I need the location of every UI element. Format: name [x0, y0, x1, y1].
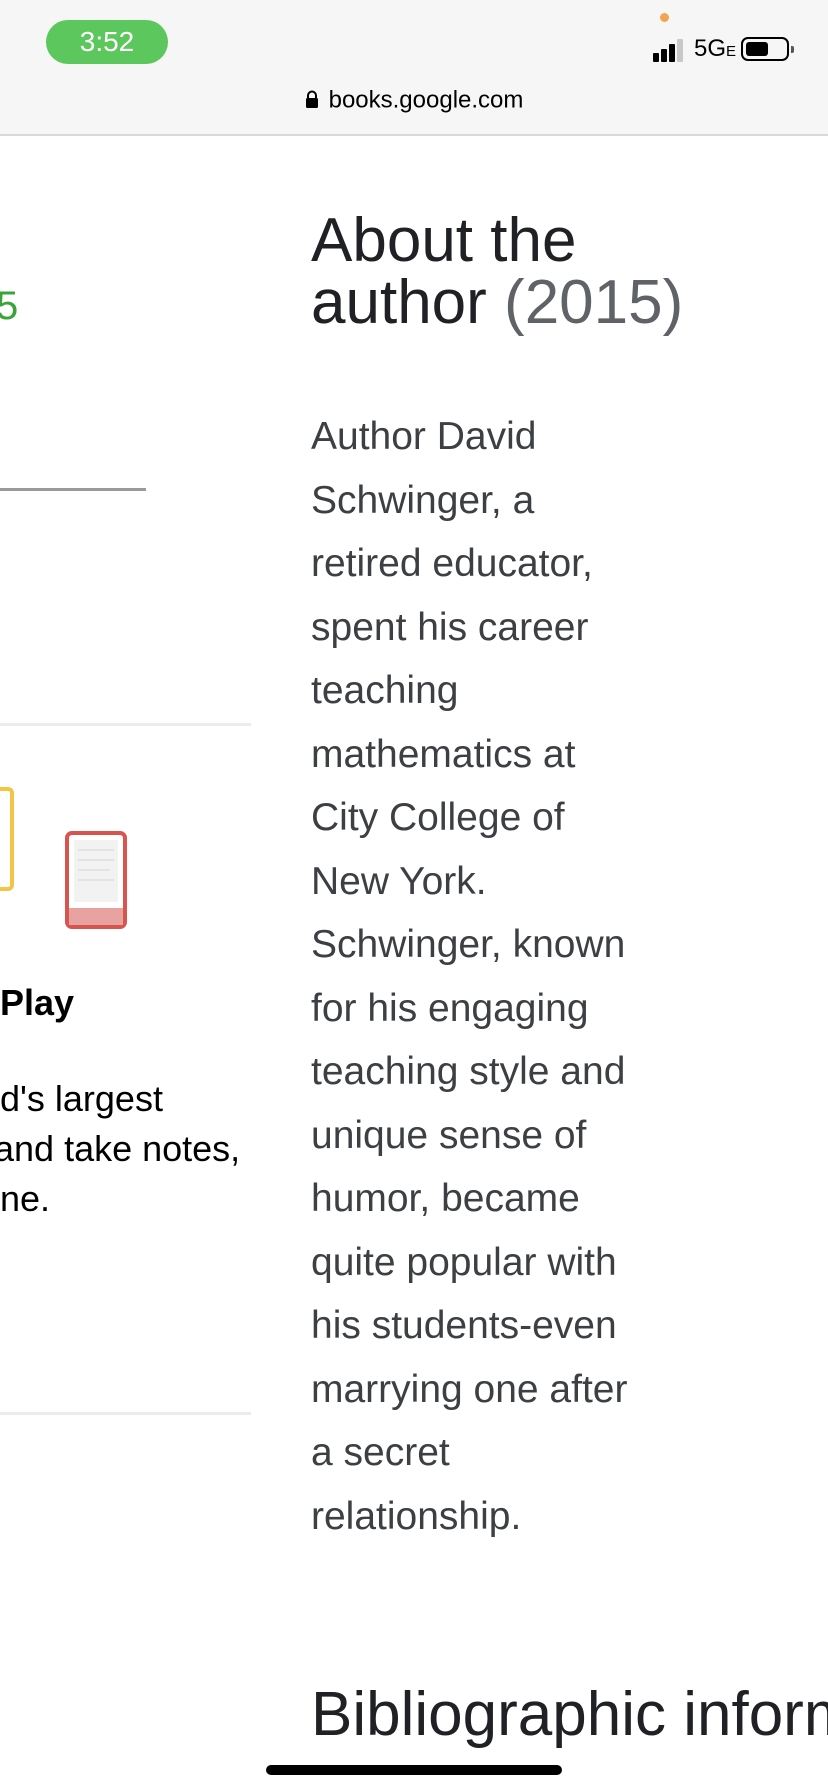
- about-line: retired educator,: [311, 542, 593, 585]
- left-column-cutoff: 5 Play d's largest and take notes, ne.: [0, 136, 300, 1792]
- battery-icon: [741, 37, 794, 61]
- about-line: his students-even: [311, 1304, 617, 1347]
- about-line: City College of: [311, 796, 565, 839]
- phone-screen: 3:52 5GE books.google.com 5 Play d's lar…: [0, 0, 828, 1792]
- about-line: mathematics at: [311, 732, 576, 776]
- about-line: Author David: [311, 415, 537, 458]
- status-time[interactable]: 3:52: [46, 20, 168, 64]
- heading-line-2: author: [311, 268, 487, 337]
- about-line: Schwinger, a: [311, 478, 535, 522]
- about-line: teaching: [311, 669, 459, 712]
- play-desc-line: ne.: [0, 1178, 51, 1219]
- about-line: Schwinger, known: [311, 923, 626, 966]
- about-line: humor, became: [311, 1177, 580, 1220]
- network-type: 5GE: [694, 35, 737, 62]
- url-text: books.google.com: [328, 86, 524, 114]
- address-bar[interactable]: books.google.com: [0, 86, 828, 122]
- about-year: (2015): [504, 268, 684, 337]
- play-desc-line: d's largest: [0, 1078, 163, 1119]
- about-line: New York.: [311, 859, 487, 903]
- about-author-heading: About the author (2015): [311, 210, 811, 334]
- play-books-title: Play: [0, 982, 75, 1023]
- about-author-text: Author David Schwinger, a retired educat…: [311, 405, 691, 1548]
- rating-fragment[interactable]: 5: [0, 284, 18, 329]
- play-desc-line: and take notes,: [0, 1128, 241, 1169]
- rating-underline: [0, 488, 146, 491]
- about-line: marrying one after: [311, 1367, 628, 1411]
- browser-top-bar: 3:52 5GE books.google.com: [0, 0, 828, 136]
- about-line: spent his career: [311, 605, 589, 649]
- heading-line-1: About the: [311, 206, 577, 275]
- tablet-device-icon: [0, 787, 14, 891]
- section-divider: [0, 723, 251, 726]
- about-line: quite popular with: [311, 1240, 617, 1284]
- cellular-signal-icon: [653, 38, 689, 62]
- about-line: a secret: [311, 1431, 450, 1474]
- section-divider: [0, 1412, 251, 1415]
- home-indicator[interactable]: [266, 1765, 562, 1775]
- about-line: for his engaging: [311, 986, 589, 1030]
- about-line: relationship.: [311, 1494, 522, 1538]
- play-books-description: d's largest and take notes, ne.: [0, 1074, 300, 1224]
- about-line: unique sense of: [311, 1113, 587, 1157]
- lock-icon: [305, 87, 319, 115]
- privacy-indicator-dot: [660, 13, 669, 22]
- about-line: teaching style and: [311, 1050, 626, 1093]
- red-book-icon: [64, 830, 128, 930]
- bibliographic-info-heading: Bibliographic information: [311, 1680, 828, 1749]
